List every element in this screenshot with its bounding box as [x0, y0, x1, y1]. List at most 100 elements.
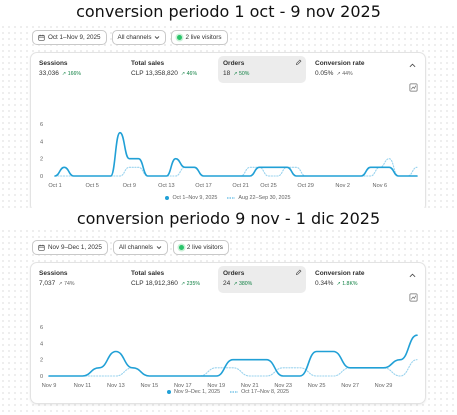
metric-label: Sessions	[39, 270, 68, 277]
x-tick-label: Nov 27	[341, 383, 359, 389]
y-tick-label: 6	[40, 325, 43, 331]
series-line-current	[48, 334, 418, 377]
live-visitors-label: 2 live visitors	[186, 244, 223, 251]
metric-value: 7,037	[39, 280, 56, 287]
chart-legend: Oct 1–Nov 9, 2025 Aug 22–Sep 30, 2025	[31, 195, 425, 201]
channels-label: All channels	[117, 34, 152, 41]
metrics-card: Sessions 7,037 ↗ 74% Total sales CLP 18,9…	[30, 262, 426, 404]
metric-sessions[interactable]: Sessions 7,037 ↗ 74%	[34, 266, 122, 293]
y-tick-label: 0	[40, 374, 43, 380]
x-tick-label: Oct 21	[232, 183, 248, 189]
filter-bar: Nov 9–Dec 1, 2025 All channels 2 live vi…	[32, 240, 426, 257]
metric-value: 18	[223, 70, 231, 77]
metric-orders[interactable]: Orders 24 ↗ 380%	[218, 266, 306, 293]
y-tick-label: 0	[40, 174, 43, 180]
metric-value: CLP 18,912,360	[131, 280, 178, 287]
chevron-up-icon[interactable]	[409, 273, 416, 278]
heading-period-1: conversion periodo 1 oct - 9 nov 2025	[0, 1, 457, 23]
compare-trend-icon[interactable]	[409, 83, 418, 92]
x-tick-label: Oct 1	[48, 183, 61, 189]
legend-current[interactable]: Oct 1–Nov 9, 2025	[165, 195, 217, 201]
date-range-button[interactable]: Oct 1–Nov 9, 2025	[32, 30, 107, 45]
orders-line-chart: 0246Nov 9 Nov 11 Nov 13 Nov 15 Nov 17 Nov 19 N…	[40, 325, 418, 389]
x-tick-label: Oct 9	[123, 183, 136, 189]
legend-label: Oct 17–Nov 8, 2025	[241, 389, 290, 395]
date-range-label: Oct 1–Nov 9, 2025	[48, 34, 101, 41]
x-tick-label: Oct 29	[297, 183, 313, 189]
x-tick-label: Nov 2	[335, 183, 350, 189]
metric-label: Conversion rate	[315, 60, 365, 67]
pencil-icon[interactable]	[295, 59, 302, 66]
metric-change: ↗ 50%	[233, 71, 250, 77]
metric-label: Total sales	[131, 60, 165, 67]
metric-change: ↗ 166%	[61, 71, 81, 77]
channels-dropdown[interactable]: All channels	[111, 30, 167, 45]
live-visitors-button[interactable]: 2 live visitors	[172, 240, 229, 255]
analytics-panel-1: Oct 1–Nov 9, 2025 All channels 2 live vi…	[30, 30, 426, 212]
metric-total-sales[interactable]: Total sales CLP 18,912,360 ↗ 235%	[126, 266, 214, 293]
metric-conversion-rate[interactable]: Conversion rate 0.34% ↗ 1.8K%	[310, 266, 398, 293]
channels-dropdown[interactable]: All channels	[112, 240, 168, 255]
metric-value: 0.05%	[315, 70, 334, 77]
chart-legend: Nov 9–Dec 1, 2025 Oct 17–Nov 8, 2025	[31, 389, 425, 395]
metric-value: CLP 13,358,820	[131, 70, 178, 77]
series-line-current	[54, 131, 418, 177]
date-range-label: Nov 9–Dec 1, 2025	[48, 244, 102, 251]
analytics-panel-2: Nov 9–Dec 1, 2025 All channels 2 live vi…	[30, 240, 426, 404]
metric-total-sales[interactable]: Total sales CLP 13,358,820 ↗ 46%	[126, 56, 214, 83]
date-range-button[interactable]: Nov 9–Dec 1, 2025	[32, 240, 108, 255]
metric-label: Orders	[223, 270, 245, 277]
legend-current[interactable]: Nov 9–Dec 1, 2025	[166, 389, 221, 395]
heading-period-2: conversion periodo 9 nov - 1 dic 2025	[0, 208, 457, 230]
chevron-down-icon	[155, 36, 160, 40]
y-tick-label: 4	[40, 139, 43, 145]
metric-tabs: Sessions 33,036 ↗ 166% Total sales CLP 13…	[31, 53, 425, 83]
legend-label: Nov 9–Dec 1, 2025	[173, 389, 221, 395]
metric-orders[interactable]: Orders 18 ↗ 50%	[218, 56, 306, 83]
metric-value: 24	[223, 280, 231, 287]
x-tick-label: Nov 9	[42, 383, 57, 389]
metrics-card: Sessions 33,036 ↗ 166% Total sales CLP 13…	[30, 52, 426, 212]
x-tick-label: Nov 15	[140, 383, 158, 389]
metric-conversion-rate[interactable]: Conversion rate 0.05% ↗ 44%	[310, 56, 398, 83]
y-tick-label: 2	[40, 358, 43, 364]
x-tick-label: Oct 13	[158, 183, 174, 189]
filter-bar: Oct 1–Nov 9, 2025 All channels 2 live vi…	[32, 30, 426, 47]
y-tick-label: 6	[40, 122, 43, 128]
legend-swatch	[166, 390, 171, 394]
metric-change: ↗ 380%	[233, 281, 253, 287]
metric-tabs: Sessions 7,037 ↗ 74% Total sales CLP 18,9…	[31, 263, 425, 293]
legend-previous[interactable]: Oct 17–Nov 8, 2025	[230, 389, 289, 395]
chevron-down-icon	[156, 246, 162, 250]
live-visitors-label: 2 live visitors	[185, 34, 222, 41]
metric-sessions[interactable]: Sessions 33,036 ↗ 166%	[34, 56, 122, 83]
x-tick-label: Nov 11	[74, 383, 91, 389]
metric-label: Orders	[223, 60, 245, 67]
metric-change: ↗ 74%	[58, 281, 75, 287]
chevron-up-icon[interactable]	[409, 63, 416, 68]
x-tick-label: Nov 25	[308, 383, 326, 389]
metric-value: 33,036	[39, 70, 59, 77]
calendar-icon	[38, 244, 45, 251]
y-tick-label: 4	[40, 341, 43, 347]
pencil-icon[interactable]	[295, 269, 302, 276]
legend-label: Oct 1–Nov 9, 2025	[172, 195, 218, 201]
live-visitors-button[interactable]: 2 live visitors	[171, 30, 228, 45]
x-tick-label: Oct 25	[260, 183, 276, 189]
compare-trend-icon[interactable]	[409, 293, 418, 302]
legend-swatch	[227, 197, 236, 199]
metric-value: 0.34%	[315, 280, 334, 287]
y-tick-label: 2	[40, 157, 43, 163]
legend-previous[interactable]: Aug 22–Sep 30, 2025	[227, 195, 291, 201]
channels-label: All channels	[118, 244, 153, 251]
calendar-icon	[38, 34, 45, 41]
legend-swatch	[230, 391, 239, 393]
x-tick-label: Nov 29	[375, 383, 393, 389]
metric-label: Sessions	[39, 60, 68, 67]
metric-change: ↗ 1.8K%	[336, 281, 358, 287]
orders-line-chart: 0 2 4 6 Oct 1 Oct 5 Oct 9 Oct 13 Oct 17 Oct 21 Oct…	[40, 122, 418, 189]
x-tick-label: Oct 5	[85, 183, 98, 189]
metric-label: Total sales	[131, 270, 165, 277]
live-dot-icon	[177, 35, 183, 40]
legend-swatch	[165, 196, 170, 200]
